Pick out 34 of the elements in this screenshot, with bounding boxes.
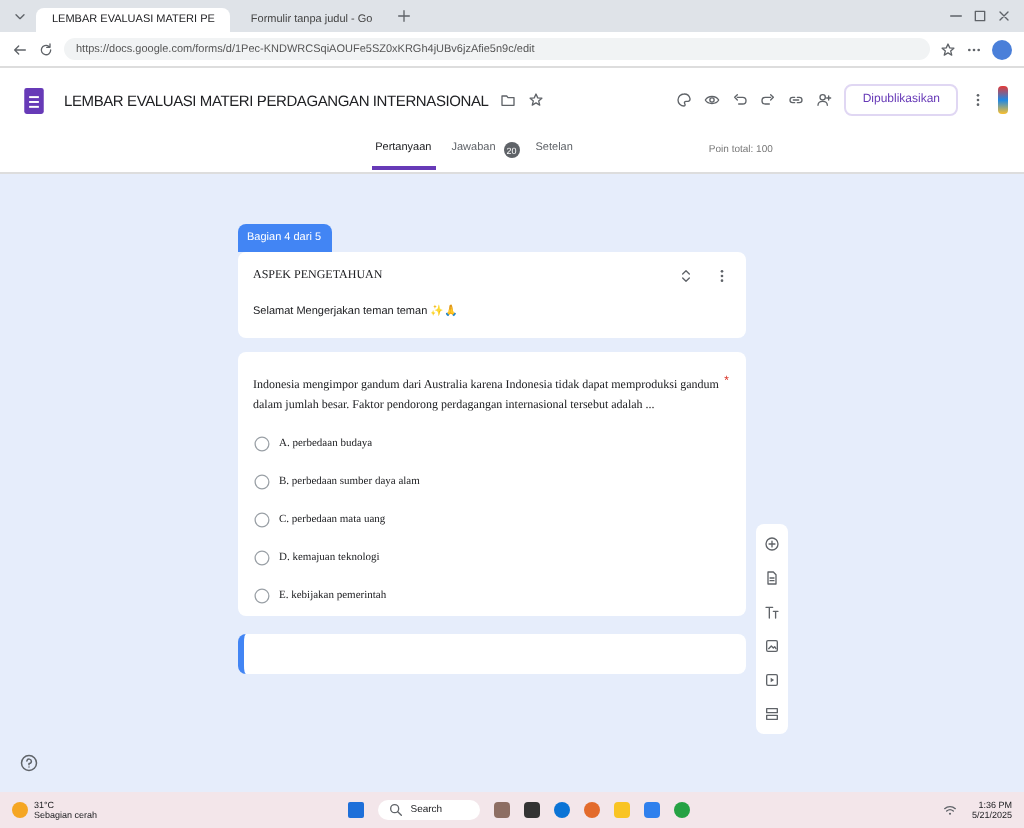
radio-button[interactable] bbox=[253, 436, 269, 452]
avatar-icon[interactable] bbox=[998, 86, 1008, 114]
radio-button[interactable] bbox=[253, 512, 269, 528]
collapse-icon[interactable] bbox=[677, 268, 693, 284]
profile-icon[interactable] bbox=[992, 39, 1012, 59]
new-tab-icon[interactable] bbox=[396, 8, 413, 24]
import-icon[interactable] bbox=[763, 570, 779, 586]
star-icon[interactable] bbox=[528, 92, 545, 108]
link-icon[interactable] bbox=[788, 92, 805, 108]
start-icon[interactable] bbox=[348, 802, 365, 818]
palette-icon[interactable] bbox=[676, 92, 693, 108]
redo-icon[interactable] bbox=[760, 92, 777, 108]
title-icon[interactable] bbox=[763, 604, 779, 620]
forms-logo-icon bbox=[24, 87, 44, 113]
add-person-icon[interactable] bbox=[816, 92, 833, 108]
chevron-icon[interactable] bbox=[12, 8, 28, 24]
folder-icon[interactable] bbox=[500, 92, 517, 108]
wifi-icon[interactable] bbox=[941, 802, 958, 818]
radio-button[interactable] bbox=[253, 588, 269, 604]
maximize-icon[interactable] bbox=[972, 8, 988, 24]
add-icon[interactable] bbox=[763, 536, 779, 552]
help-icon[interactable] bbox=[20, 754, 38, 772]
search-icon bbox=[388, 802, 405, 818]
back-icon[interactable] bbox=[12, 41, 28, 57]
preview-icon[interactable] bbox=[704, 92, 721, 108]
image-icon[interactable] bbox=[763, 638, 779, 654]
reload-icon[interactable] bbox=[38, 41, 54, 57]
undo-icon[interactable] bbox=[732, 92, 749, 108]
section-icon[interactable] bbox=[763, 706, 779, 722]
radio-button[interactable] bbox=[253, 550, 269, 566]
close-icon[interactable] bbox=[996, 8, 1012, 24]
star-icon[interactable] bbox=[940, 41, 956, 57]
radio-button[interactable] bbox=[253, 474, 269, 490]
video-icon[interactable] bbox=[763, 672, 779, 688]
